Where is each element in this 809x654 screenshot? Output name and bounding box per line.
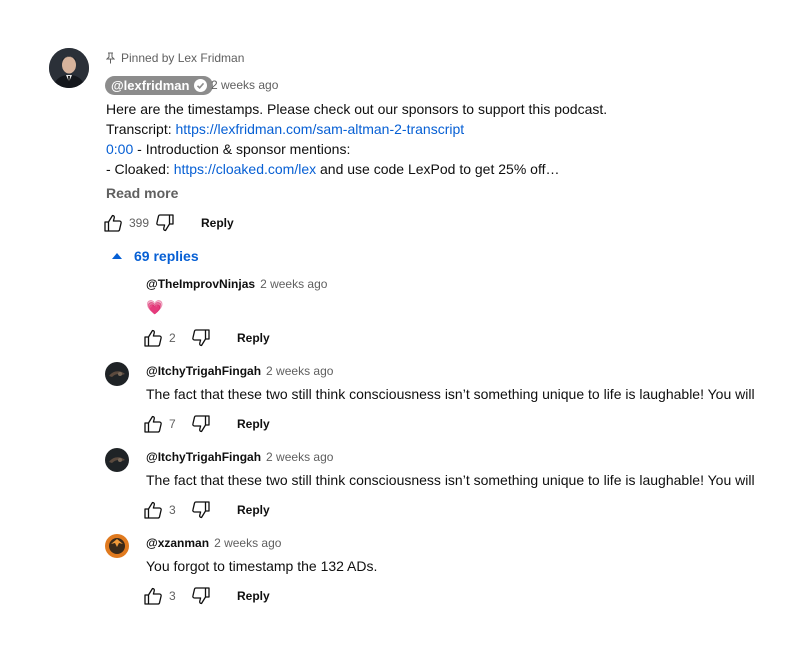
caret-up-icon	[112, 253, 122, 259]
reply-header: @xzanman 2 weeks ago	[146, 536, 281, 550]
like-count: 2	[169, 331, 176, 345]
transcript-link[interactable]: https://lexfridman.com/sam-altman-2-tran…	[176, 121, 465, 137]
dislike-icon[interactable]	[155, 213, 175, 233]
dislike-icon[interactable]	[191, 328, 211, 348]
reply-actions: 2 Reply	[143, 328, 270, 348]
reply-header: @TheImprovNinjas 2 weeks ago	[146, 277, 327, 291]
comment-line-4: - Cloaked: https://cloaked.com/lex and u…	[106, 159, 559, 179]
reply-text: The fact that these two still think cons…	[146, 472, 755, 488]
reply-button[interactable]: Reply	[237, 417, 270, 431]
replies-toggle-button[interactable]: 69 replies	[112, 248, 199, 264]
pin-icon	[106, 52, 115, 64]
replies-count-label: 69 replies	[134, 248, 199, 264]
like-count: 3	[169, 589, 176, 603]
reply-time[interactable]: 2 weeks ago	[266, 364, 333, 378]
reply-button[interactable]: Reply	[201, 216, 234, 230]
sponsor-code-text: and use code LexPod to get 25% off…	[316, 161, 560, 177]
reply-time[interactable]: 2 weeks ago	[260, 277, 327, 291]
reply-button[interactable]: Reply	[237, 503, 270, 517]
reply-author[interactable]: @xzanman	[146, 536, 209, 550]
timestamp-description: - Introduction & sponsor mentions:	[133, 141, 351, 157]
comment-time[interactable]: 2 weeks ago	[211, 78, 278, 92]
reply-time[interactable]: 2 weeks ago	[214, 536, 281, 550]
avatar[interactable]	[105, 448, 129, 472]
reply-actions: 3 Reply	[143, 586, 270, 606]
avatar[interactable]	[105, 362, 129, 386]
dislike-icon[interactable]	[191, 414, 211, 434]
like-icon[interactable]	[143, 328, 163, 348]
read-more-button[interactable]: Read more	[106, 185, 178, 201]
reply-actions: 3 Reply	[143, 500, 270, 520]
reply-author[interactable]: @ItchyTrigahFingah	[146, 450, 261, 464]
reply-text: 💗	[146, 299, 164, 315]
pinned-by-text: Pinned by Lex Fridman	[121, 51, 245, 65]
like-count: 399	[129, 216, 150, 230]
pinned-label: Pinned by Lex Fridman	[106, 51, 244, 65]
like-icon[interactable]	[103, 213, 123, 233]
reply-author[interactable]: @ItchyTrigahFingah	[146, 364, 261, 378]
avatar[interactable]	[105, 534, 129, 558]
reply-text: The fact that these two still think cons…	[146, 386, 755, 402]
timestamp-link[interactable]: 0:00	[106, 141, 133, 157]
reply-actions: 7 Reply	[143, 414, 270, 434]
verified-check-icon	[194, 79, 208, 92]
author-chip[interactable]: @lexfridman	[105, 76, 214, 95]
dislike-icon[interactable]	[191, 586, 211, 606]
like-icon[interactable]	[143, 586, 163, 606]
reply-header: @ItchyTrigahFingah 2 weeks ago	[146, 364, 333, 378]
like-count: 7	[169, 417, 176, 431]
sponsor-label: - Cloaked:	[106, 161, 174, 177]
reply-header: @ItchyTrigahFingah 2 weeks ago	[146, 450, 333, 464]
author-name[interactable]: @lexfridman	[111, 78, 189, 93]
comment-line-3: 0:00 - Introduction & sponsor mentions:	[106, 139, 350, 159]
reply-time[interactable]: 2 weeks ago	[266, 450, 333, 464]
reply-text: You forgot to timestamp the 132 ADs.	[146, 558, 378, 574]
avatar[interactable]	[49, 48, 89, 88]
reply-button[interactable]: Reply	[237, 331, 270, 345]
comment-actions: 399 Reply	[103, 213, 234, 233]
like-icon[interactable]	[143, 414, 163, 434]
dislike-icon[interactable]	[191, 500, 211, 520]
comment-line-1: Here are the timestamps. Please check ou…	[106, 101, 608, 117]
comment-line-2: Transcript: https://lexfridman.com/sam-a…	[106, 119, 464, 139]
like-count: 3	[169, 503, 176, 517]
transcript-label: Transcript:	[106, 121, 176, 137]
reply-author[interactable]: @TheImprovNinjas	[146, 277, 255, 291]
sponsor-link[interactable]: https://cloaked.com/lex	[174, 161, 316, 177]
reply-button[interactable]: Reply	[237, 589, 270, 603]
like-icon[interactable]	[143, 500, 163, 520]
